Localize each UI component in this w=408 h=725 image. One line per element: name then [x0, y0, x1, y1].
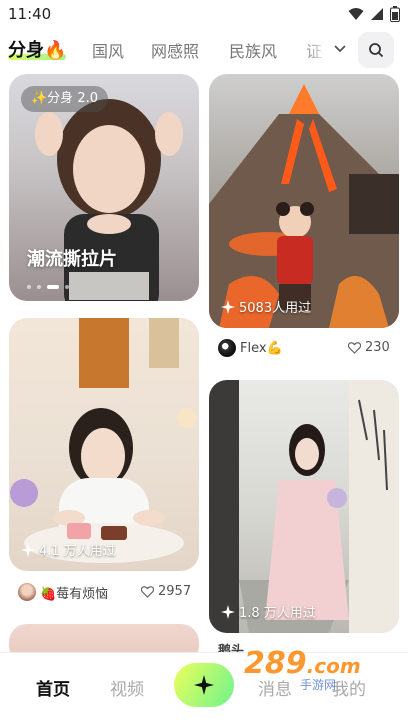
usage-count-text: 1.8 万人用过	[239, 606, 316, 621]
tab-minzufeng[interactable]: 民族风	[229, 38, 277, 62]
sparkle-icon	[221, 299, 235, 314]
template-card[interactable]: ✨分身 2.0 潮流撕拉片	[9, 74, 199, 301]
cafe-image	[10, 318, 197, 563]
sparkle-icon	[21, 542, 35, 557]
like-button[interactable]: 2957	[141, 584, 191, 599]
signal-icon	[371, 8, 383, 20]
like-button[interactable]: 230	[348, 340, 390, 355]
usage-count: 4.1 万人用过	[21, 540, 116, 559]
create-button[interactable]	[174, 663, 234, 707]
card-author[interactable]: 🍓莓有烦恼	[18, 581, 108, 603]
usage-count-text: 4.1 万人用过	[39, 544, 116, 559]
search-button[interactable]	[358, 32, 394, 68]
like-count: 230	[365, 340, 390, 355]
sparkle-icon	[221, 604, 235, 619]
template-card[interactable]: 1.8 万人用过	[209, 380, 399, 633]
tab-wangganzhao[interactable]: 网感照	[151, 38, 199, 62]
feature-badge: ✨分身 2.0	[21, 86, 108, 112]
status-icons	[348, 6, 400, 22]
carousel-dots	[27, 285, 69, 289]
courtyard-image	[209, 380, 399, 633]
author-name: 🍓莓有烦恼	[40, 586, 109, 602]
tab-fenshen[interactable]: 分身🔥	[8, 36, 66, 62]
nav-home[interactable]: 首页	[36, 675, 70, 700]
avatar	[18, 583, 36, 601]
card-title: 潮流撕拉片	[27, 249, 117, 270]
card-author[interactable]: Flex💪	[218, 337, 283, 359]
heart-icon	[348, 341, 361, 354]
sparkle-icon	[194, 675, 214, 695]
avatar	[218, 339, 236, 357]
battery-icon	[390, 6, 400, 22]
usage-count: 1.8 万人用过	[221, 602, 316, 621]
tab-guofeng[interactable]: 国风	[92, 38, 124, 62]
carousel-dot-active	[47, 285, 59, 289]
author-name: Flex💪	[240, 340, 283, 356]
tabs-fade	[300, 30, 330, 68]
search-icon	[369, 43, 384, 58]
chevron-down-icon[interactable]	[332, 40, 348, 56]
like-count: 2957	[158, 584, 192, 599]
volcano-image	[209, 84, 399, 328]
status-time: 11:40	[8, 5, 52, 23]
carousel-dot	[27, 285, 31, 289]
template-card[interactable]: 5083人用过	[209, 74, 399, 328]
nav-video[interactable]: 视频	[110, 675, 144, 700]
watermark-subtext: 手游网	[300, 678, 337, 692]
carousel-dot	[37, 285, 41, 289]
heart-icon	[141, 585, 154, 598]
template-card[interactable]: 4.1 万人用过	[9, 318, 199, 571]
status-bar: 11:40	[0, 0, 408, 30]
usage-count-text: 5083人用过	[239, 301, 312, 316]
wifi-icon	[348, 8, 364, 20]
carousel-dot	[65, 285, 69, 289]
usage-count: 5083人用过	[221, 297, 311, 316]
